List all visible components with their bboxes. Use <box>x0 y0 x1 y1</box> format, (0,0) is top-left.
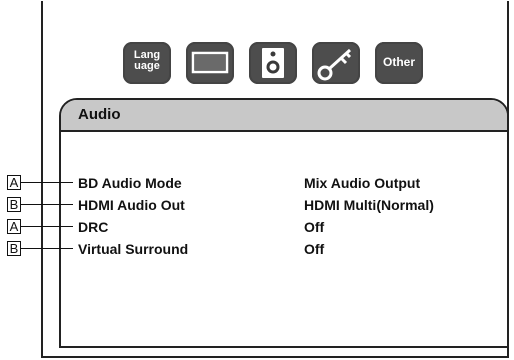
callout-leader-line <box>21 182 73 183</box>
setting-value: Off <box>304 241 325 257</box>
callout-leader-line <box>21 204 73 205</box>
tab-language-label-2: uage <box>134 60 160 72</box>
speaker-icon <box>262 48 284 78</box>
panel-title: Audio <box>78 106 121 123</box>
audio-settings-panel: Audio BD Audio Mode Mix Audio Output HDM… <box>59 98 509 348</box>
setting-label: DRC <box>78 219 109 235</box>
setting-label: BD Audio Mode <box>78 175 182 191</box>
setting-row-bd-audio-mode[interactable]: BD Audio Mode Mix Audio Output <box>61 175 507 195</box>
setting-row-drc[interactable]: DRC Off <box>61 219 507 239</box>
tab-display[interactable] <box>186 42 234 84</box>
tab-language[interactable]: Lang uage <box>123 42 171 84</box>
key-icon <box>317 48 352 81</box>
panel-header: Audio <box>61 100 507 132</box>
callout-leader-line <box>21 248 73 249</box>
setting-row-hdmi-audio-out[interactable]: HDMI Audio Out HDMI Multi(Normal) <box>61 197 507 217</box>
setting-value: Mix Audio Output <box>304 175 421 191</box>
tab-parental[interactable] <box>312 42 360 84</box>
callout-leader-line <box>21 226 73 227</box>
callout-marker: A <box>7 175 21 190</box>
callout-marker: B <box>7 197 21 212</box>
setting-label: HDMI Audio Out <box>78 197 185 213</box>
setting-value: Off <box>304 219 325 235</box>
setting-value: HDMI Multi(Normal) <box>304 197 434 213</box>
monitor-icon <box>191 51 229 74</box>
setting-label: Virtual Surround <box>78 241 189 257</box>
tab-audio[interactable] <box>249 42 297 84</box>
callout-marker: A <box>7 219 21 234</box>
setting-row-virtual-surround[interactable]: Virtual Surround Off <box>61 241 507 261</box>
tab-other-label: Other <box>382 55 415 69</box>
tab-other[interactable]: Other <box>375 42 423 84</box>
callout-marker: B <box>7 241 21 256</box>
